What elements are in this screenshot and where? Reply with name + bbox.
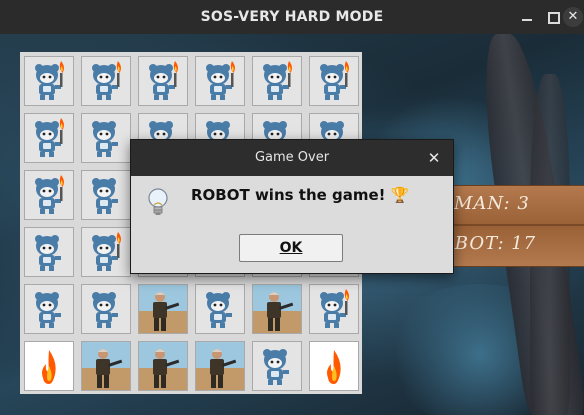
robot-icon	[35, 235, 61, 271]
board-cell-soldier[interactable]	[252, 284, 302, 334]
soldier-icon	[253, 285, 301, 333]
robot-icon	[92, 61, 121, 100]
board-cell-fire[interactable]	[24, 341, 74, 391]
fire-icon	[25, 342, 73, 390]
board-cell-fire[interactable]	[309, 341, 359, 391]
board-cell-robot-torch[interactable]	[309, 284, 359, 334]
window-title: SOS-VERY HARD MODE	[200, 9, 384, 25]
board-cell-robot-torch[interactable]	[195, 56, 245, 106]
board-cell-robot[interactable]	[195, 284, 245, 334]
robot-icon	[92, 178, 118, 214]
robot-icon	[35, 118, 64, 157]
robot-icon	[320, 289, 349, 328]
board-cell-soldier[interactable]	[81, 341, 131, 391]
ok-button[interactable]: OK	[239, 234, 343, 262]
robot-icon	[35, 292, 61, 328]
robot-score-row: OBOT: 17	[439, 226, 584, 264]
dialog-close-icon[interactable]: ✕	[425, 149, 443, 167]
score-panel: MAN: 3 OBOT: 17	[439, 185, 584, 267]
robot-icon	[149, 61, 178, 100]
robot-icon	[92, 121, 118, 157]
board-cell-robot[interactable]	[252, 341, 302, 391]
robot-icon	[35, 175, 64, 214]
close-button[interactable]: ✕	[563, 7, 583, 27]
board-cell-robot-pixel[interactable]	[81, 113, 131, 163]
board-cell-robot-torch[interactable]	[138, 56, 188, 106]
board-cell-soldier[interactable]	[138, 341, 188, 391]
board-cell-robot-torch[interactable]	[309, 56, 359, 106]
robot-icon	[206, 292, 232, 328]
robot-icon	[263, 61, 292, 100]
soldier-icon	[196, 342, 244, 390]
board-cell-robot[interactable]	[81, 170, 131, 220]
board-cell-robot-torch[interactable]	[81, 227, 131, 277]
board-cell-robot-torch[interactable]	[24, 113, 74, 163]
soldier-icon	[139, 285, 187, 333]
soldier-icon	[139, 342, 187, 390]
robot-icon	[320, 61, 349, 100]
robot-icon	[206, 61, 235, 100]
robot-icon	[263, 349, 289, 385]
fire-icon	[310, 342, 358, 390]
board-cell-robot-torch[interactable]	[252, 56, 302, 106]
game-over-dialog: Game Over ✕ ROBOT wins the game! 🏆 OK	[130, 139, 454, 274]
maximize-button[interactable]	[545, 9, 561, 25]
board-cell-robot[interactable]	[81, 284, 131, 334]
title-bar: SOS-VERY HARD MODE ✕	[0, 0, 584, 34]
minimize-button[interactable]	[519, 9, 535, 25]
robot-icon	[92, 292, 118, 328]
board-cell-robot-torch[interactable]	[81, 56, 131, 106]
human-score-label: MAN: 3	[454, 193, 530, 214]
board-cell-robot[interactable]	[24, 227, 74, 277]
board-cell-robot-torch[interactable]	[24, 56, 74, 106]
robot-icon	[92, 232, 121, 271]
board-cell-robot-torch[interactable]	[24, 170, 74, 220]
robot-icon	[35, 61, 64, 100]
dialog-header: Game Over ✕	[131, 140, 453, 176]
dialog-message: ROBOT wins the game! 🏆	[191, 186, 410, 204]
board-cell-soldier[interactable]	[195, 341, 245, 391]
board-cell-robot[interactable]	[24, 284, 74, 334]
ok-button-label: OK	[279, 240, 303, 256]
board-cell-soldier[interactable]	[138, 284, 188, 334]
dialog-title: Game Over	[254, 150, 330, 165]
lightbulb-icon	[145, 186, 171, 220]
human-score-row: MAN: 3	[451, 186, 584, 226]
soldier-icon	[82, 342, 130, 390]
